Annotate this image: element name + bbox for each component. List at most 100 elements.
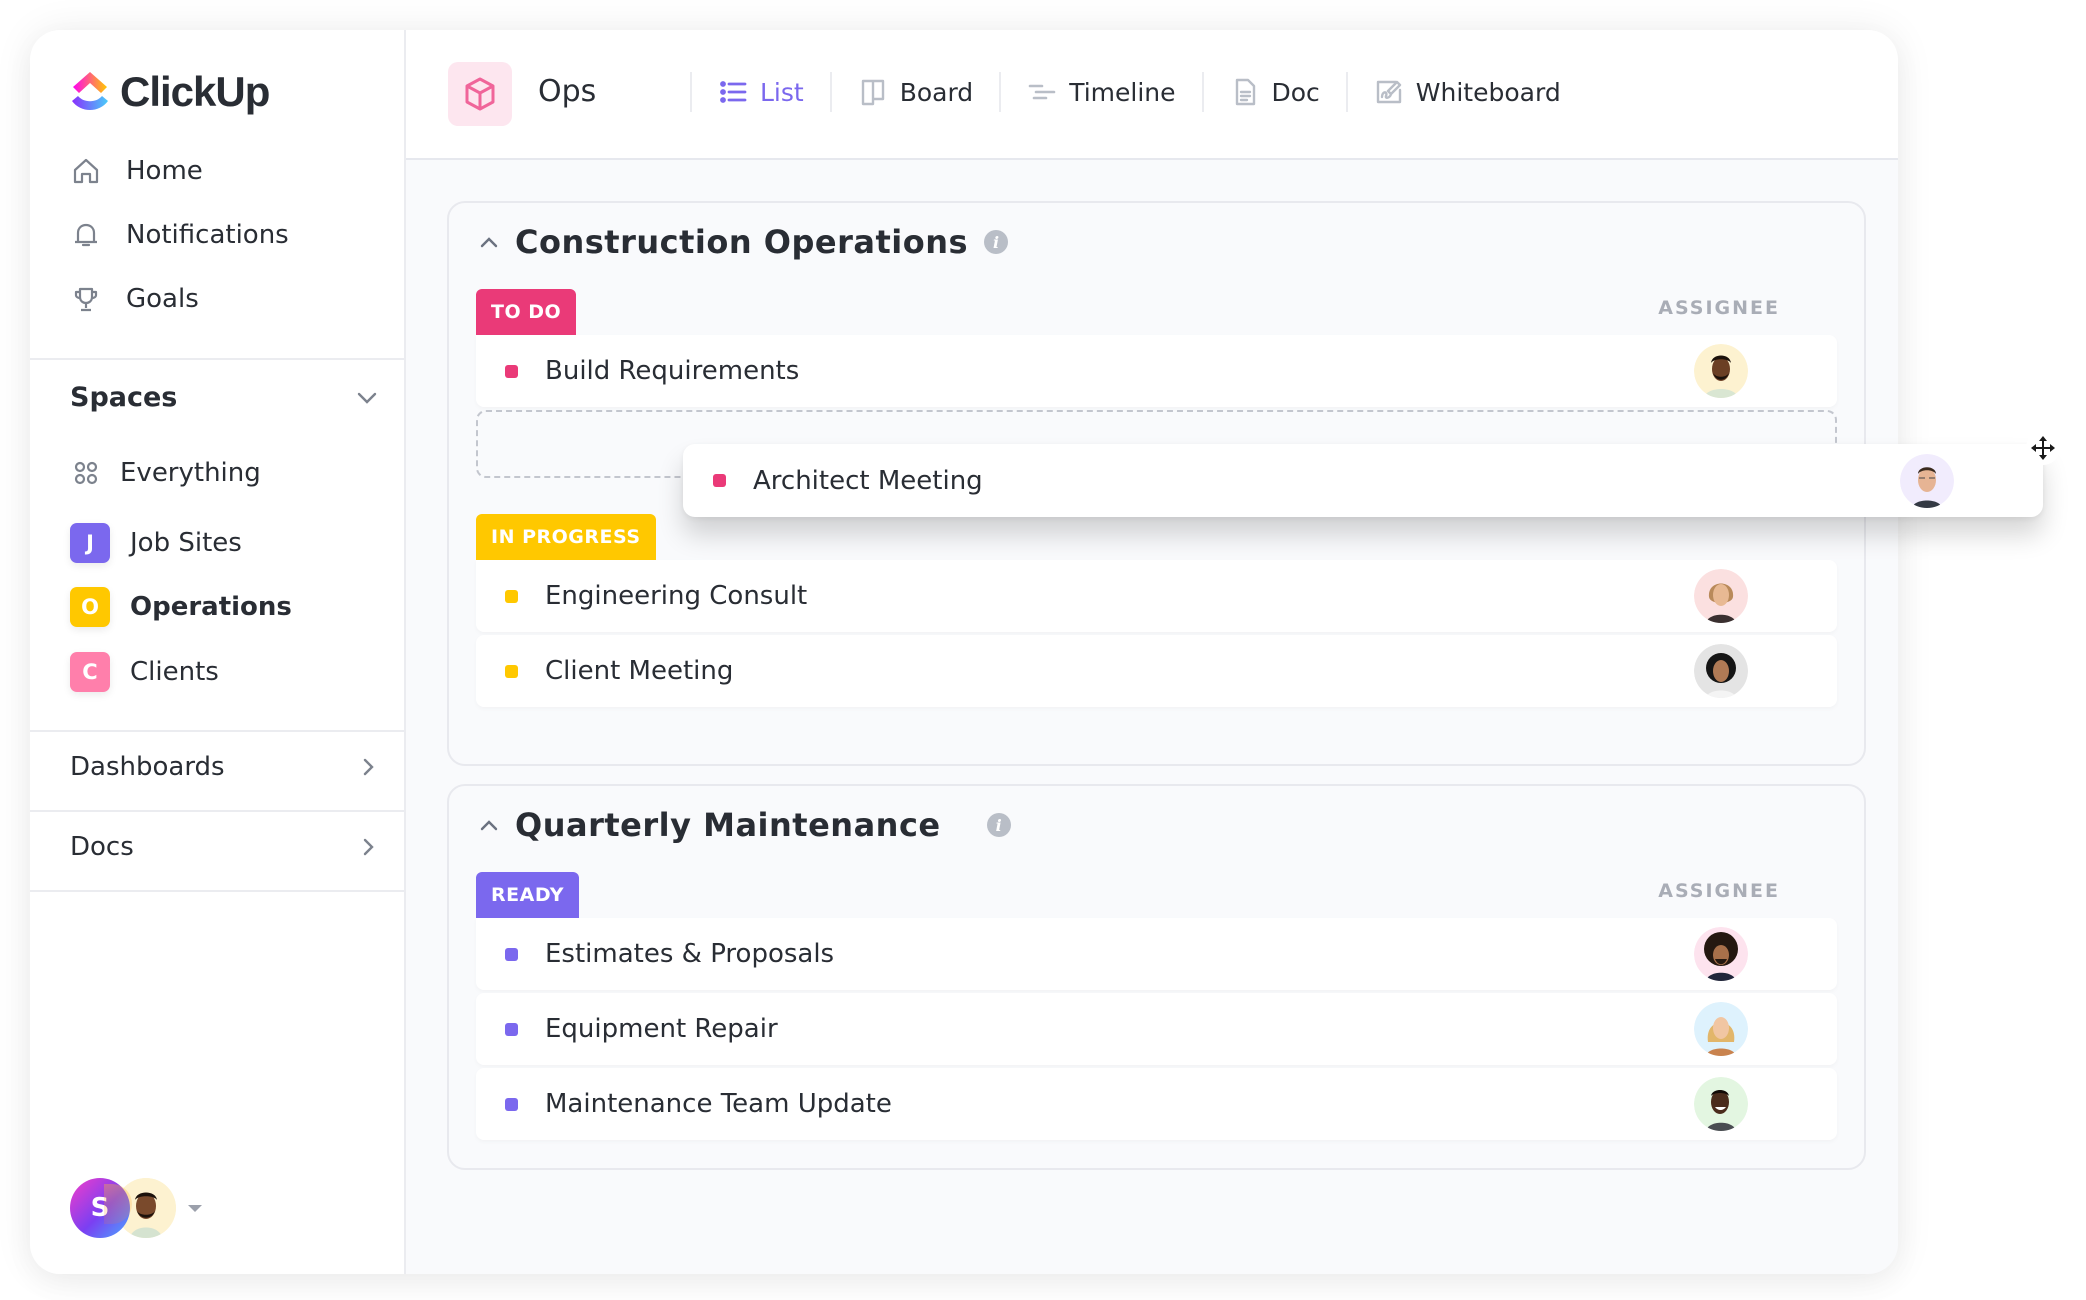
status-badge-in-progress[interactable]: IN PROGRESS bbox=[476, 514, 656, 560]
task-row[interactable]: Estimates & Proposals bbox=[476, 918, 1837, 990]
task-row[interactable]: Maintenance Team Update bbox=[476, 1068, 1837, 1140]
user-avatar: S bbox=[70, 1178, 132, 1238]
sidebar-item-label: Home bbox=[126, 156, 203, 186]
sidebar-item-dashboards[interactable]: Dashboards bbox=[70, 752, 380, 782]
move-cursor-icon[interactable] bbox=[2026, 431, 2060, 465]
list-section-quarterly-maintenance: Quarterly Maintenance i READY ASSIGNEE E… bbox=[447, 784, 1866, 1170]
sidebar-item-everything[interactable]: Everything bbox=[70, 453, 261, 493]
spaces-label: Spaces bbox=[70, 382, 178, 413]
spaces-header[interactable]: Spaces bbox=[70, 382, 380, 413]
chevron-down-icon[interactable] bbox=[354, 385, 380, 411]
user-menu[interactable]: S bbox=[70, 1178, 202, 1238]
section-title: Construction Operations bbox=[515, 223, 969, 261]
cube-icon bbox=[448, 62, 512, 126]
chevron-right-icon bbox=[363, 838, 374, 856]
space-item-job-sites[interactable]: J Job Sites bbox=[70, 522, 242, 564]
tab-board[interactable]: Board bbox=[832, 72, 999, 112]
sidebar-item-goals[interactable]: Goals bbox=[70, 279, 199, 319]
sidebar-item-label: Everything bbox=[120, 458, 261, 488]
status-dot bbox=[713, 474, 726, 487]
chevron-up-icon[interactable] bbox=[477, 813, 501, 837]
sidebar-divider bbox=[30, 730, 404, 732]
assignee-avatar[interactable] bbox=[1694, 1077, 1748, 1131]
assignee-column-header: ASSIGNEE bbox=[1658, 880, 1780, 902]
grid-dots-icon bbox=[70, 457, 102, 489]
list-icon bbox=[720, 81, 747, 103]
chevron-right-icon bbox=[363, 758, 374, 776]
task-row[interactable]: Engineering Consult bbox=[476, 560, 1837, 632]
chevron-up-icon[interactable] bbox=[477, 230, 501, 254]
whiteboard-icon bbox=[1376, 80, 1401, 104]
task-name: Maintenance Team Update bbox=[545, 1089, 892, 1119]
status-dot bbox=[505, 589, 518, 603]
tab-timeline[interactable]: Timeline bbox=[1001, 72, 1201, 112]
sidebar-divider bbox=[30, 810, 404, 812]
caret-down-icon bbox=[188, 1204, 202, 1212]
task-name: Equipment Repair bbox=[545, 1014, 778, 1044]
sidebar-item-notifications[interactable]: Notifications bbox=[70, 215, 289, 255]
status-badge-ready[interactable]: READY bbox=[476, 872, 579, 918]
space-item-clients[interactable]: C Clients bbox=[70, 651, 219, 693]
space-avatar: C bbox=[70, 652, 110, 692]
view-tabs: List Board Timeline Doc Whiteboard bbox=[690, 72, 1587, 112]
info-icon[interactable]: i bbox=[984, 230, 1009, 254]
tab-label: Whiteboard bbox=[1415, 77, 1561, 107]
assignee-column-header: ASSIGNEE bbox=[1658, 297, 1780, 319]
task-name: Architect Meeting bbox=[753, 465, 983, 496]
sidebar-item-label: Dashboards bbox=[70, 752, 225, 782]
task-name: Client Meeting bbox=[545, 656, 734, 686]
app-name: ClickUp bbox=[120, 68, 270, 115]
tab-list[interactable]: List bbox=[692, 72, 830, 112]
sidebar-item-label: Goals bbox=[126, 284, 199, 314]
tab-whiteboard[interactable]: Whiteboard bbox=[1348, 72, 1587, 112]
trophy-icon bbox=[70, 283, 102, 315]
view-header: Ops List Board Timeline Doc Whiteboard bbox=[406, 30, 1898, 160]
tab-doc[interactable]: Doc bbox=[1204, 72, 1346, 112]
task-name: Engineering Consult bbox=[545, 581, 808, 611]
status-dot bbox=[505, 1097, 518, 1111]
dragging-task-card[interactable]: Architect Meeting bbox=[683, 444, 2043, 517]
board-icon bbox=[861, 79, 884, 106]
task-row[interactable]: Client Meeting bbox=[476, 635, 1837, 707]
timeline-icon bbox=[1028, 84, 1056, 100]
status-dot bbox=[505, 947, 518, 961]
tab-label: Doc bbox=[1271, 77, 1320, 107]
tab-label: Timeline bbox=[1069, 77, 1176, 107]
space-item-operations[interactable]: O Operations bbox=[70, 586, 292, 628]
task-row[interactable]: Equipment Repair bbox=[476, 993, 1837, 1065]
home-icon bbox=[70, 155, 102, 187]
assignee-avatar[interactable] bbox=[1694, 644, 1748, 698]
space-title: Ops bbox=[538, 74, 597, 109]
status-dot bbox=[505, 664, 518, 678]
space-label: Job Sites bbox=[130, 528, 242, 558]
assignee-avatar[interactable] bbox=[1900, 453, 1954, 508]
section-title: Quarterly Maintenance bbox=[515, 806, 941, 844]
sidebar-divider bbox=[30, 890, 404, 892]
sidebar-item-label: Notifications bbox=[126, 220, 289, 250]
status-dot bbox=[505, 1022, 518, 1036]
task-row[interactable]: Build Requirements bbox=[476, 335, 1837, 407]
section-header[interactable]: Quarterly Maintenance i bbox=[477, 806, 1011, 844]
sidebar-item-home[interactable]: Home bbox=[70, 151, 203, 191]
clickup-logo[interactable]: ClickUp bbox=[70, 68, 270, 116]
task-name: Build Requirements bbox=[545, 356, 800, 386]
app-window: ClickUp Home Notifications Goals Spaces bbox=[30, 30, 1898, 1274]
section-header[interactable]: Construction Operations i bbox=[477, 223, 1009, 261]
assignee-avatar[interactable] bbox=[1694, 927, 1748, 981]
info-icon[interactable]: i bbox=[986, 813, 1011, 837]
assignee-avatar[interactable] bbox=[1694, 1002, 1748, 1056]
sidebar-item-label: Docs bbox=[70, 832, 134, 862]
assignee-avatar[interactable] bbox=[1694, 344, 1748, 398]
sidebar: ClickUp Home Notifications Goals Spaces bbox=[30, 30, 406, 1274]
space-label: Clients bbox=[130, 657, 219, 687]
sidebar-divider bbox=[30, 358, 404, 360]
tab-label: Board bbox=[899, 77, 974, 107]
assignee-avatar[interactable] bbox=[1694, 569, 1748, 623]
doc-icon bbox=[1235, 78, 1255, 106]
status-badge-todo[interactable]: TO DO bbox=[476, 289, 577, 335]
tab-label: List bbox=[760, 77, 804, 107]
space-avatar: O bbox=[70, 587, 110, 627]
task-name: Estimates & Proposals bbox=[545, 939, 835, 969]
bell-icon bbox=[70, 219, 102, 251]
sidebar-item-docs[interactable]: Docs bbox=[70, 832, 380, 862]
